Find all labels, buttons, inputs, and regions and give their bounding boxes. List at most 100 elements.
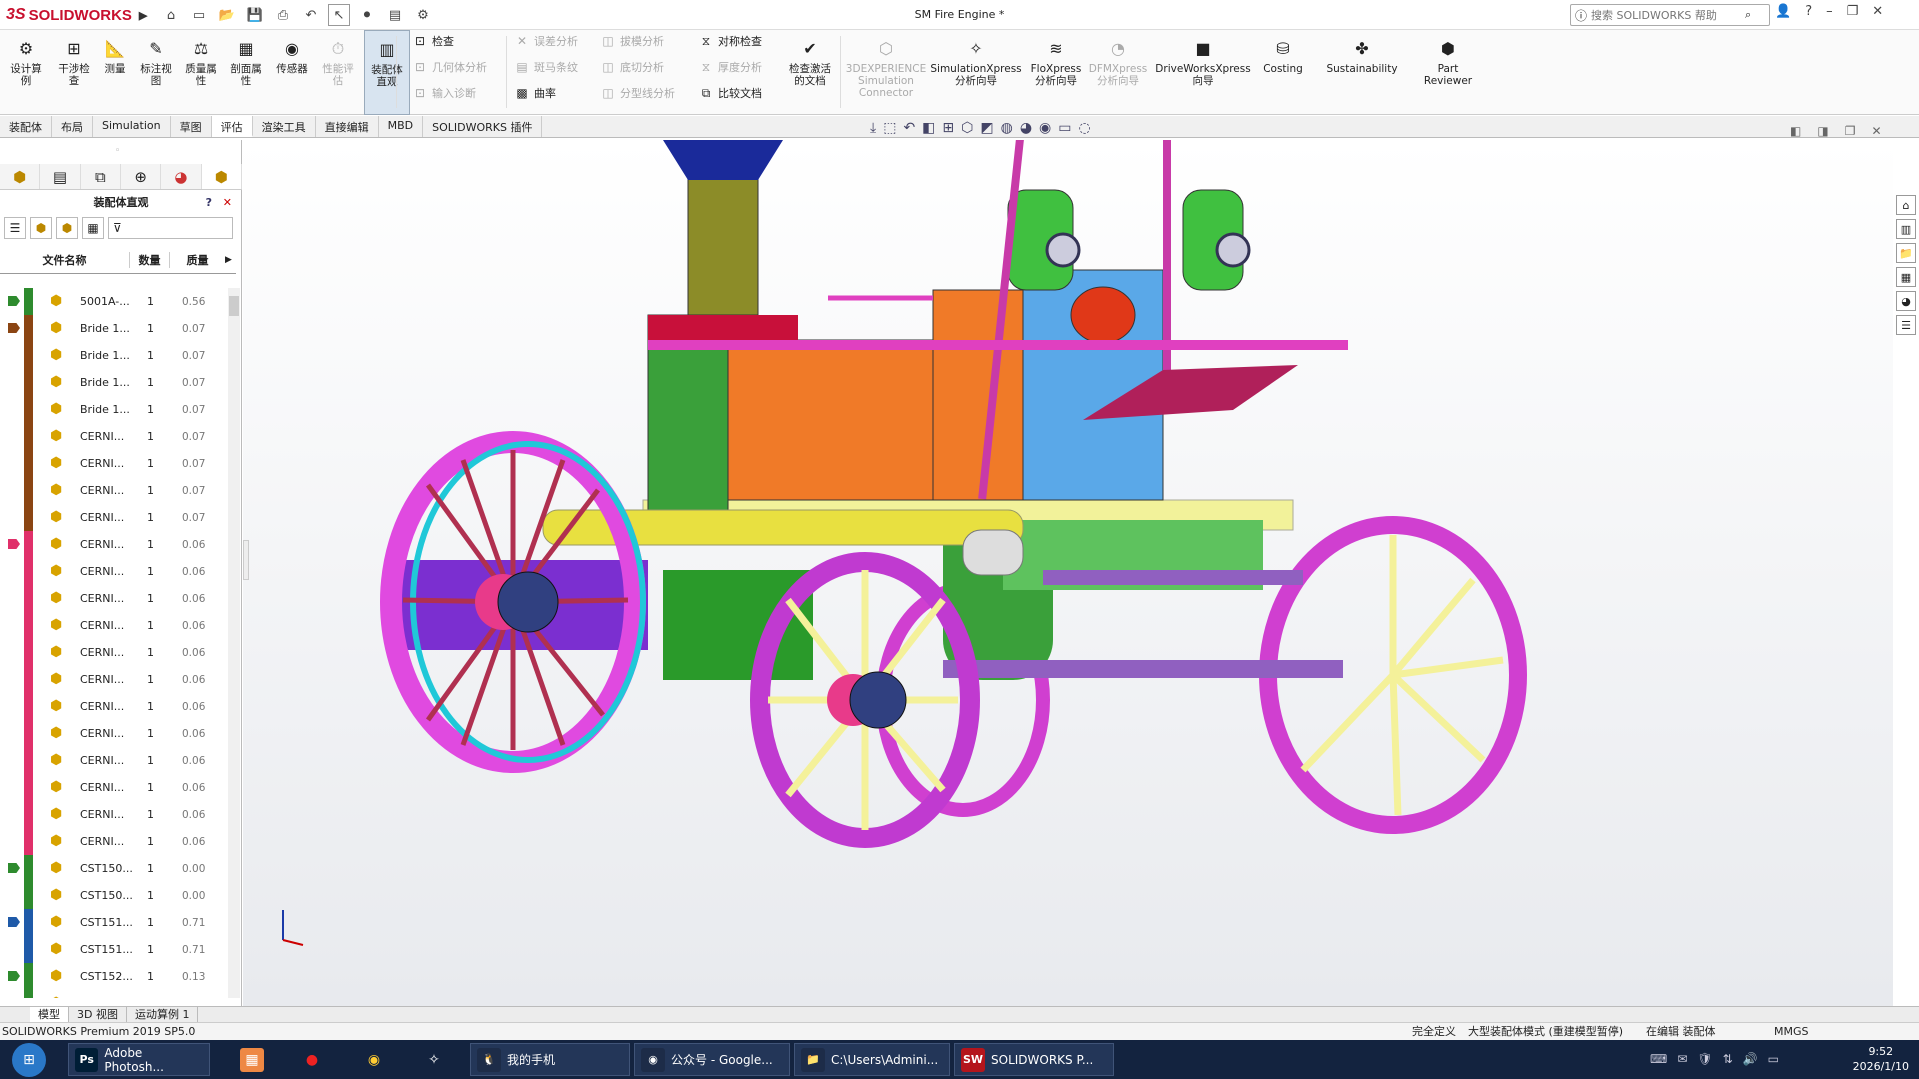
- design-library-icon[interactable]: ▥: [1896, 219, 1916, 239]
- realview-icon[interactable]: ◌: [1079, 120, 1091, 136]
- component-row[interactable]: ⬢ Bride 1... 1 0.07: [0, 315, 228, 342]
- menu-expand-icon[interactable]: ▶: [139, 9, 147, 22]
- component-row[interactable]: ⬢ CERNI... 1 0.06: [0, 639, 228, 666]
- zoom-fit-icon[interactable]: ⤓: [870, 120, 876, 136]
- zoom-area-icon[interactable]: ⬚: [883, 120, 896, 136]
- viewport-back-icon[interactable]: ◧: [1790, 124, 1801, 138]
- component-row[interactable]: ⬢ Bride 1... 1 0.07: [0, 396, 228, 423]
- bottom-tab-2[interactable]: 运动算例 1: [127, 1007, 199, 1022]
- section-view-icon[interactable]: ◧: [922, 120, 935, 136]
- scroll-thumb[interactable]: [229, 296, 239, 316]
- taskbar-phone[interactable]: 🐧 我的手机: [470, 1043, 630, 1076]
- ribbon-undercut-button[interactable]: ◫ 底切分析: [600, 56, 664, 78]
- search-input[interactable]: [1591, 8, 1742, 22]
- taskbar-photoshop[interactable]: Ps Adobe Photosh...: [68, 1043, 210, 1076]
- assembly-visualization-tab-icon[interactable]: ⬢: [201, 164, 242, 189]
- component-row[interactable]: ⬢ Bride 1... 1 0.07: [0, 342, 228, 369]
- ribbon-interference-button[interactable]: ⊞ 干涉检查: [54, 30, 94, 115]
- component-row[interactable]: ⬢ CERNI... 1 0.06: [0, 720, 228, 747]
- help-search[interactable]: ⓘ ⌕: [1570, 4, 1770, 26]
- panel-grip-icon[interactable]: ◦: [115, 146, 120, 156]
- view-settings-icon[interactable]: ▭: [1058, 120, 1071, 136]
- security-icon[interactable]: 🛡: [1697, 1052, 1712, 1066]
- cmd-tab-3[interactable]: 草图: [171, 116, 212, 137]
- config-manager-tab-icon[interactable]: ⧉: [81, 164, 121, 189]
- column-quantity[interactable]: 数量: [130, 251, 170, 268]
- restore-icon[interactable]: ❐: [1847, 4, 1859, 19]
- viewport-close-icon[interactable]: ✕: [1871, 124, 1881, 138]
- panel-close-icon[interactable]: ✕: [223, 196, 232, 209]
- component-row[interactable]: ⬢ CST152... 1 0.13: [0, 990, 228, 998]
- cmd-tab-7[interactable]: MBD: [379, 116, 424, 137]
- network-icon[interactable]: ⇅: [1723, 1052, 1733, 1066]
- home-icon[interactable]: ⌂: [160, 4, 182, 26]
- start-button[interactable]: ⊞: [6, 1042, 52, 1077]
- cmd-tab-0[interactable]: 装配体: [0, 116, 52, 137]
- ribbon-curvature-button[interactable]: ▩ 曲率: [514, 82, 556, 104]
- component-row[interactable]: ⬢ CST152... 1 0.13: [0, 963, 228, 990]
- previous-view-icon[interactable]: ↶: [903, 120, 915, 136]
- nested-view-icon[interactable]: ▦: [82, 217, 104, 239]
- open-icon[interactable]: 📂: [216, 4, 238, 26]
- print-icon[interactable]: ⎙: [272, 4, 294, 26]
- close-icon[interactable]: ✕: [1872, 4, 1883, 19]
- component-row[interactable]: ⬢ CERNI... 1 0.06: [0, 828, 228, 855]
- ribbon-check-active-button[interactable]: ✔ 检查激活 的文档: [782, 30, 838, 115]
- sort-list-icon[interactable]: ☰: [4, 217, 26, 239]
- file-properties-icon[interactable]: ▤: [384, 4, 406, 26]
- ribbon-import-diag-button[interactable]: ⊡ 输入诊断: [412, 82, 476, 104]
- slider-marker[interactable]: [8, 539, 20, 549]
- clock[interactable]: 9:52 2026/1/10: [1853, 1044, 1909, 1074]
- bottom-tab-0[interactable]: 模型: [30, 1007, 69, 1022]
- ribbon-check-button[interactable]: ⊡ 检查: [412, 30, 454, 52]
- keyboard-icon[interactable]: ⌨: [1650, 1052, 1667, 1066]
- property-manager-tab-icon[interactable]: ▤: [40, 164, 81, 189]
- component-row[interactable]: ⬢ CERNI... 1 0.06: [0, 774, 228, 801]
- options-gear-icon[interactable]: ⚙: [412, 4, 434, 26]
- ribbon-symmetry-button[interactable]: ⧖ 对称检查: [698, 30, 762, 52]
- ribbon-perf-button[interactable]: ⏱ 性能评估: [318, 30, 358, 115]
- file-explorer-icon[interactable]: 📁: [1896, 243, 1916, 263]
- ribbon-design-study-button[interactable]: ⚙ 设计算例: [6, 30, 46, 115]
- ribbon-mass-button[interactable]: ⚖ 质量属性: [180, 30, 222, 115]
- component-row[interactable]: ⬢ Bride 1... 1 0.07: [0, 369, 228, 396]
- component-row[interactable]: ⬢ CERNI... 1 0.07: [0, 477, 228, 504]
- component-row[interactable]: ⬢ CST150... 1 0.00: [0, 855, 228, 882]
- hide-show-icon[interactable]: ◍: [1001, 120, 1013, 136]
- graphics-viewport[interactable]: [243, 130, 1893, 1006]
- ribbon-asm-viz-button[interactable]: ▥ 装配体 直观: [364, 30, 410, 115]
- slider-marker[interactable]: [8, 917, 20, 927]
- component-row[interactable]: ⬢ CST151... 1 0.71: [0, 936, 228, 963]
- wechat-icon[interactable]: ✉: [1677, 1052, 1687, 1066]
- component-row[interactable]: ⬢ CERNI... 1 0.06: [0, 612, 228, 639]
- ribbon-thickness-button[interactable]: ⧖ 厚度分析: [698, 56, 762, 78]
- component-row[interactable]: ⬢ CERNI... 1 0.06: [0, 693, 228, 720]
- panel-help-icon[interactable]: ?: [206, 196, 212, 209]
- cmd-tab-6[interactable]: 直接编辑: [316, 116, 379, 137]
- search-icon[interactable]: ⌕: [1745, 8, 1751, 22]
- ribbon-part-rev-button[interactable]: ⬢ Part Reviewer: [1420, 30, 1476, 115]
- component-row[interactable]: ⬢ CERNI... 1 0.06: [0, 531, 228, 558]
- visualize-icon[interactable]: ⬢: [30, 217, 52, 239]
- cmd-tab-8[interactable]: SOLIDWORKS 插件: [423, 116, 543, 137]
- ribbon-parting-button[interactable]: ◫ 分型线分析: [600, 82, 675, 104]
- save-icon[interactable]: 💾: [244, 4, 266, 26]
- ribbon-sensor-button[interactable]: ◉ 传感器: [270, 30, 314, 115]
- dynamic-annotation-icon[interactable]: ⊞: [942, 120, 954, 136]
- display-style-icon[interactable]: ◩: [980, 120, 993, 136]
- ribbon-sust-button[interactable]: ✤ Sustainability: [1322, 30, 1402, 115]
- ribbon-dfmx-button[interactable]: ◔ DFMXpress 分析向导: [1088, 30, 1148, 115]
- panel-collapse-handle[interactable]: [243, 540, 249, 580]
- edit-appearance-icon[interactable]: ◕: [1020, 120, 1032, 136]
- ribbon-flox-button[interactable]: ≋ FloXpress 分析向导: [1028, 30, 1084, 115]
- traffic-light-icon[interactable]: ⚫: [356, 4, 378, 26]
- cmd-tab-1[interactable]: 布局: [52, 116, 93, 137]
- ribbon-deviation-button[interactable]: ✕ 误差分析: [514, 30, 578, 52]
- slider-marker[interactable]: [8, 323, 20, 333]
- column-mass[interactable]: 质量: [170, 252, 225, 268]
- units-selector[interactable]: MMGS: [1774, 1023, 1809, 1040]
- new-document-icon[interactable]: ▭: [188, 4, 210, 26]
- apply-scene-icon[interactable]: ◉: [1039, 120, 1051, 136]
- component-row[interactable]: ⬢ CERNI... 1 0.06: [0, 558, 228, 585]
- ribbon-costing-button[interactable]: ⛁ Costing: [1258, 30, 1308, 115]
